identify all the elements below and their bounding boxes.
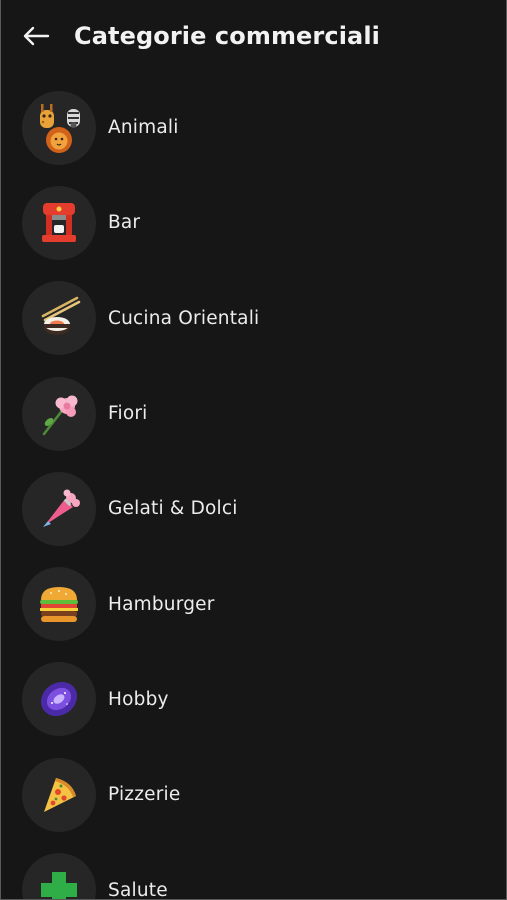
category-label: Gelati & Dolci — [108, 498, 238, 520]
category-label: Cucina Orientali — [108, 307, 260, 329]
category-label: Fiori — [108, 403, 148, 425]
category-avatar — [22, 662, 96, 737]
piping-bag-icon — [43, 489, 80, 527]
category-item-gelati-dolci[interactable]: Gelati & Dolci — [1, 461, 506, 556]
category-avatar — [22, 185, 96, 260]
sushi-chopsticks-icon — [41, 296, 81, 336]
category-item-hamburger[interactable]: Hamburger — [1, 556, 506, 651]
arrow-left-icon — [23, 26, 50, 46]
back-button[interactable] — [19, 19, 53, 53]
category-avatar — [22, 376, 96, 451]
category-item-hobby[interactable]: Hobby — [1, 652, 506, 747]
category-avatar — [22, 567, 96, 642]
category-avatar — [22, 757, 96, 832]
category-item-salute[interactable]: Salute — [1, 842, 506, 900]
category-item-bar[interactable]: Bar — [1, 175, 506, 270]
category-label: Animali — [108, 117, 179, 139]
category-avatar — [22, 90, 96, 165]
category-item-pizzerie[interactable]: Pizzerie — [1, 747, 506, 842]
pizza-slice-icon — [44, 777, 76, 812]
page-title: Categorie commerciali — [74, 22, 380, 50]
animals-icon — [40, 103, 80, 153]
hamburger-icon — [40, 587, 78, 623]
category-avatar — [22, 281, 96, 356]
category-label: Bar — [108, 212, 141, 234]
flower-icon — [42, 395, 78, 435]
category-avatar — [22, 853, 96, 899]
category-label: Pizzerie — [108, 784, 181, 806]
app-bar: Categorie commerciali — [1, 0, 506, 72]
category-item-cucina-orientali[interactable]: Cucina Orientali — [1, 271, 506, 366]
coffee-machine-icon — [42, 202, 76, 242]
galaxy-icon — [40, 682, 78, 717]
category-label: Hobby — [108, 688, 169, 710]
category-avatar — [22, 471, 96, 546]
green-cross-icon — [41, 872, 77, 899]
category-item-animali[interactable]: Animali — [1, 80, 506, 175]
category-label: Salute — [108, 879, 168, 900]
category-list: Animali Bar Cucina Orientali Fiori Gelat… — [1, 80, 506, 900]
category-item-fiori[interactable]: Fiori — [1, 366, 506, 461]
category-label: Hamburger — [108, 593, 215, 615]
screen: Categorie commerciali Animali Bar Cucina… — [0, 0, 507, 900]
